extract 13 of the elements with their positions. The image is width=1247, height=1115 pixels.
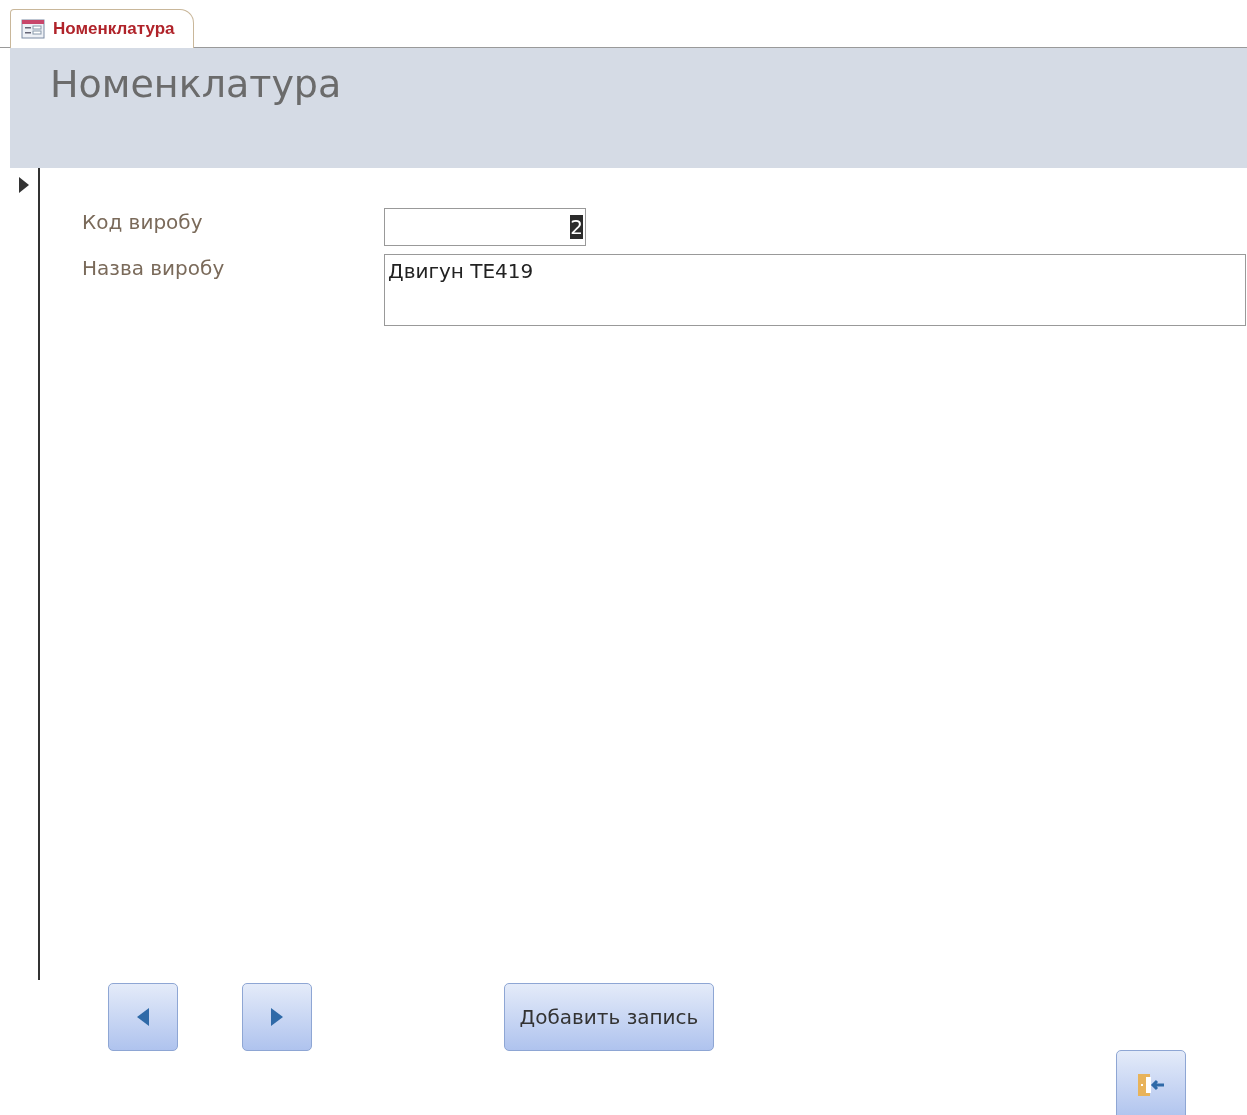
form-icon <box>21 19 45 39</box>
add-record-button[interactable]: Добавить запись <box>504 983 714 1051</box>
left-triangle-icon <box>136 1007 150 1027</box>
field-label: Назва виробу <box>82 255 226 280</box>
field-label: Код виробу <box>82 209 204 234</box>
form-tab[interactable]: Номенклатура <box>10 9 194 48</box>
input-field[interactable]: Двигун ТЕ419 <box>384 254 1246 326</box>
next-record-button[interactable] <box>242 983 312 1051</box>
previous-record-button[interactable] <box>108 983 178 1051</box>
right-triangle-icon <box>270 1007 284 1027</box>
exit-button[interactable] <box>1116 1050 1186 1115</box>
form-title: Номенклатура <box>50 62 342 106</box>
input-field[interactable]: 2 <box>384 208 586 246</box>
